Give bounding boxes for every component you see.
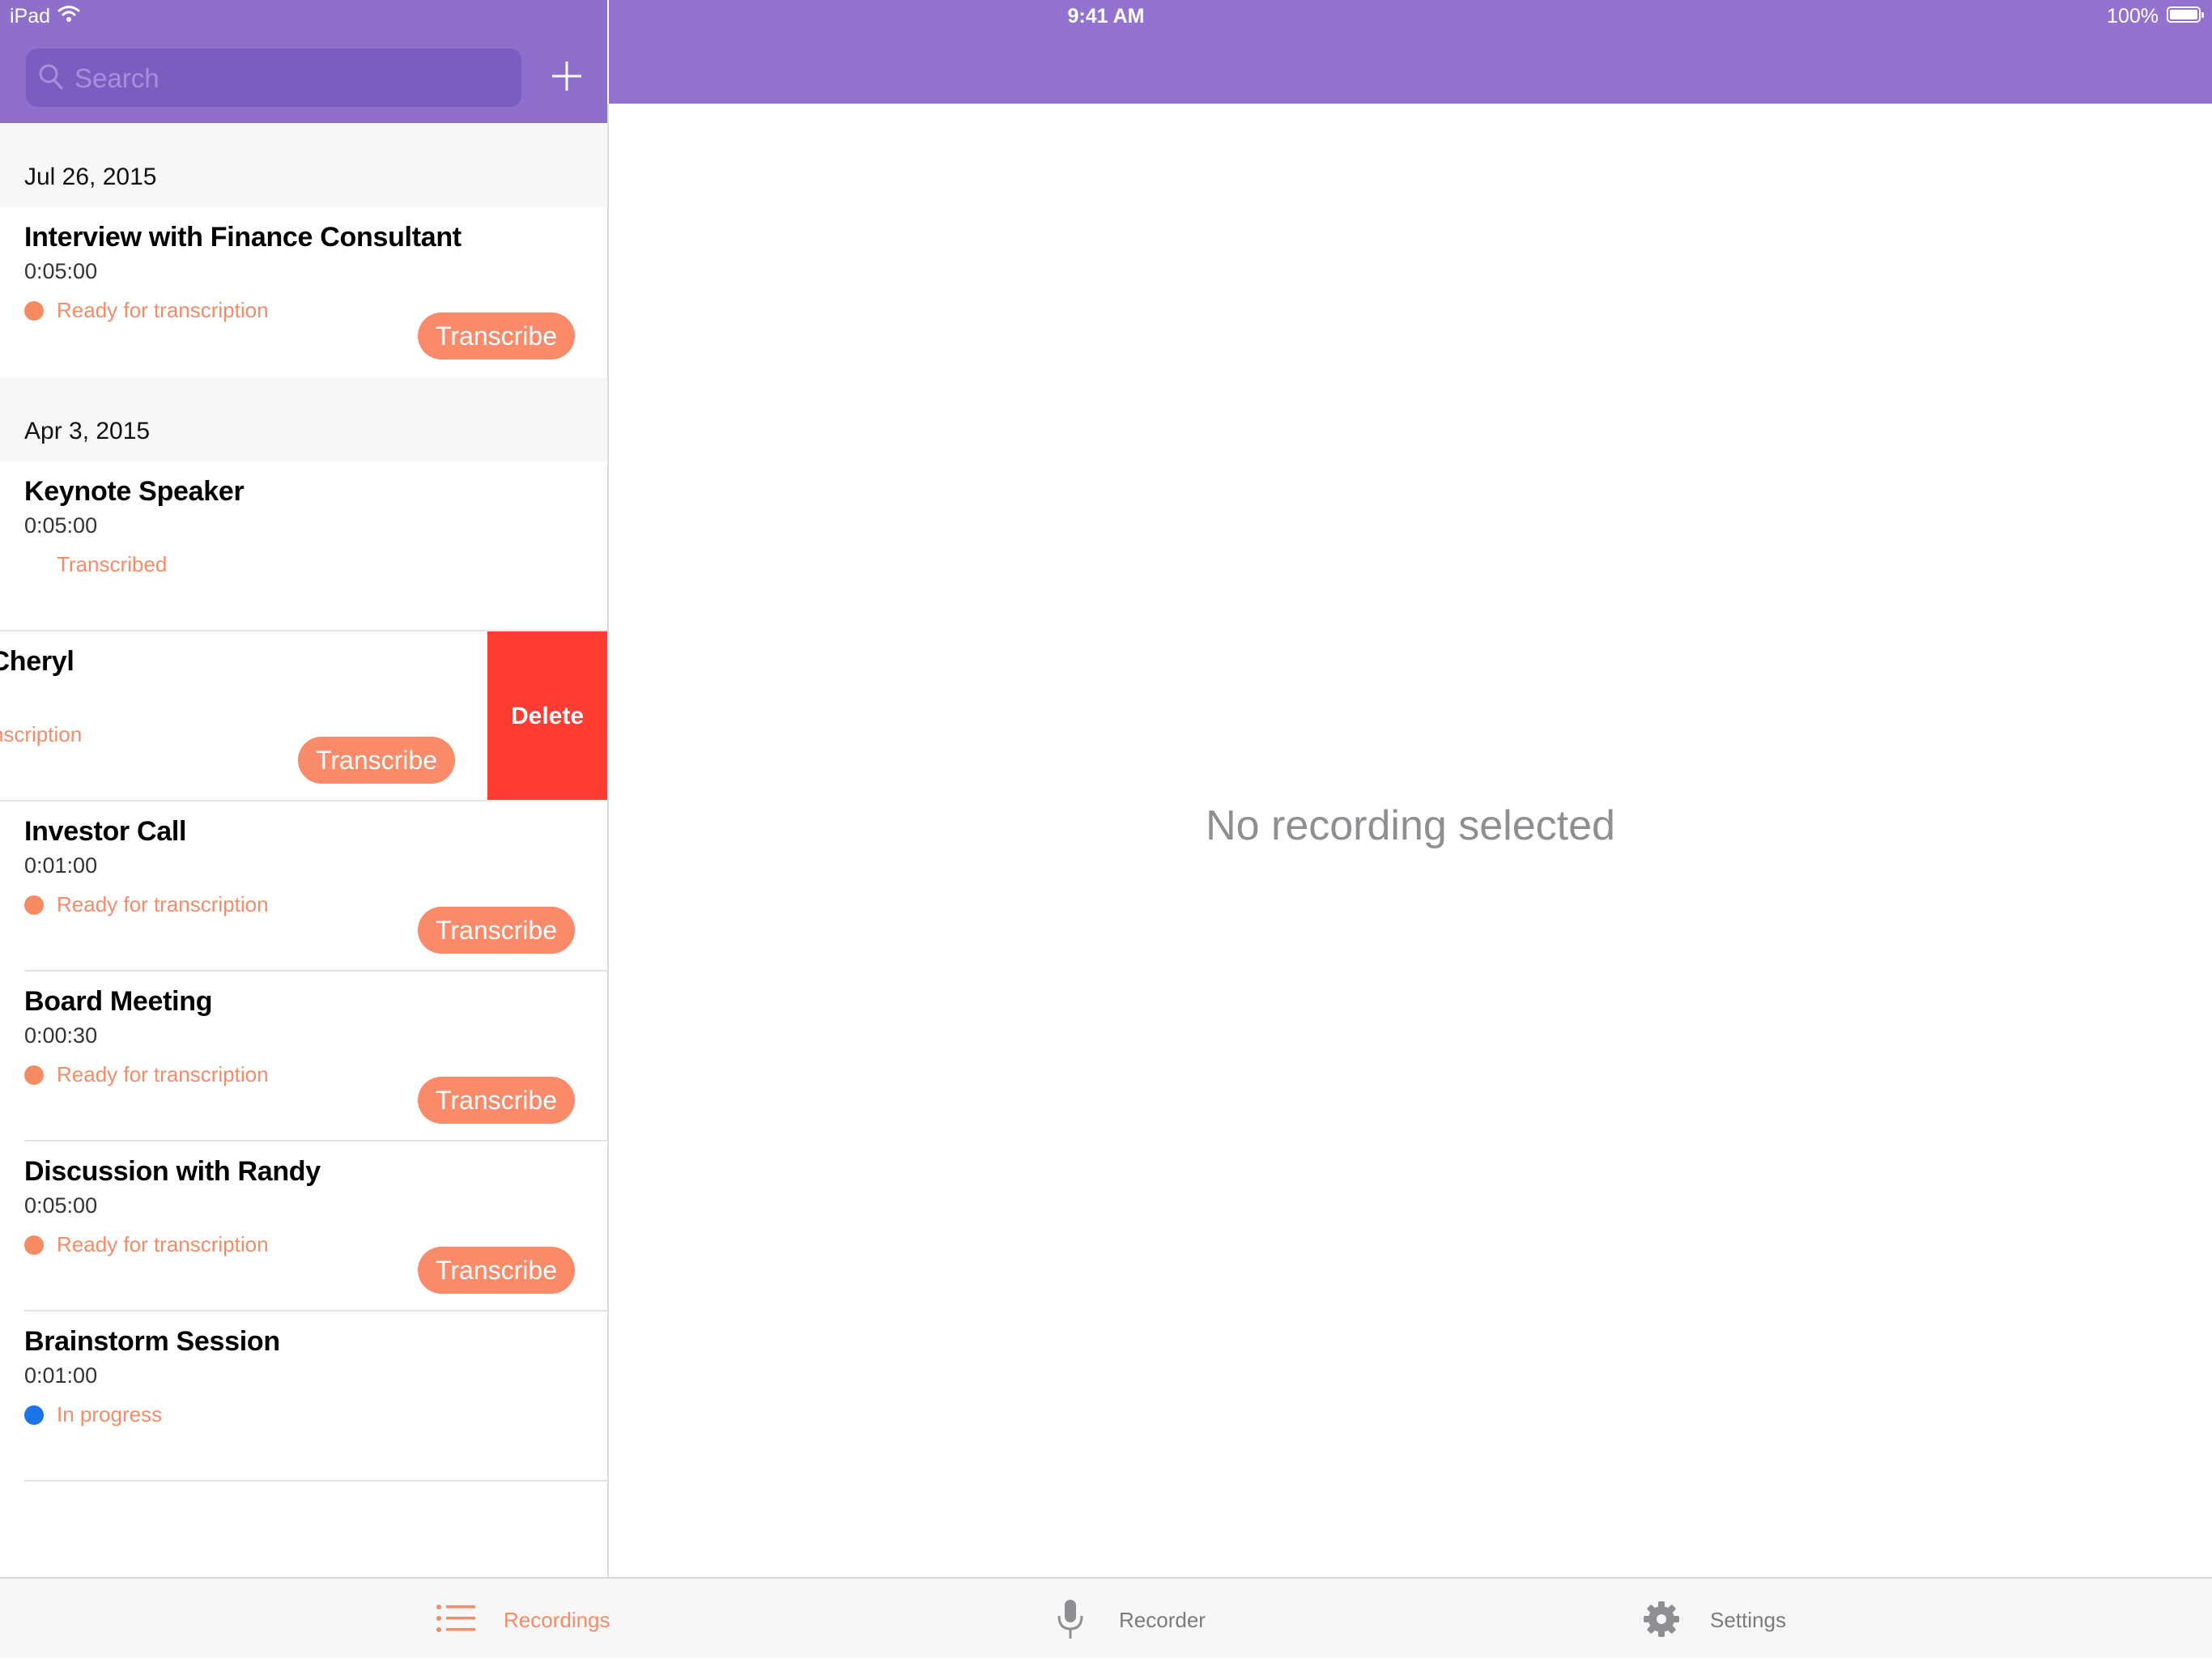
recording-title: Investor Call [24,816,187,847]
search-field[interactable] [26,49,521,107]
search-input[interactable] [73,58,505,99]
recording-status: In progress [57,1402,163,1426]
status-dot-icon [24,1235,44,1255]
pane-divider [607,104,609,123]
tab-label: Settings [1710,1608,1786,1632]
pane-divider [607,123,609,1577]
recording-row[interactable]: Investor Call 0:01:00 Ready for transcri… [0,801,607,971]
recording-title: g with Cheryl [0,646,74,677]
section-date: Jul 26, 2015 [24,164,157,190]
row-separator [24,1480,607,1482]
section-header: Apr 3, 2015 [0,377,607,461]
status-bar: iPad 9:41 AM 100% [0,0,2212,32]
recording-title: Discussion with Randy [24,1156,321,1187]
recording-status: Ready for transcription [57,1062,269,1086]
recording-duration: 0:01:00 [24,1363,98,1388]
tab-recordings[interactable]: Recordings [429,1579,640,1658]
recording-status: for transcription [0,722,83,746]
battery-percentage: 100% [2107,5,2159,28]
tab-label: Recordings [504,1608,610,1632]
transcribe-button[interactable]: Transcribe [418,907,575,954]
recording-row[interactable]: Board Meeting 0:00:30 Ready for transcri… [0,971,607,1141]
recording-row-swiped[interactable]: g with Cheryl for transcription Transcri… [0,631,607,801]
recording-duration: 0:05:00 [24,259,98,283]
tab-bar: Recordings Recorder Settings [0,1577,2212,1658]
transcribe-button[interactable]: Transcribe [418,312,575,359]
status-dot-icon [24,301,44,321]
recording-duration: 0:01:00 [24,853,98,878]
recording-status: Transcribed [57,552,168,576]
section-header: Jul 26, 2015 [0,123,607,207]
plus-icon [552,62,581,91]
delete-button[interactable]: Delete [487,631,607,801]
transcribe-button[interactable]: Transcribe [418,1247,575,1294]
battery-icon [2167,6,2204,23]
recording-row[interactable]: Keynote Speaker 0:05:00 Transcribed [0,461,607,631]
recording-row[interactable]: Brainstorm Session 0:01:00 In progress [0,1312,607,1482]
section-date: Apr 3, 2015 [24,418,151,444]
recording-status: Ready for transcription [57,892,269,916]
recording-duration: 0:05:00 [24,1193,98,1218]
status-dot-icon [24,895,44,915]
recording-title: Board Meeting [24,986,213,1017]
recording-row[interactable]: Interview with Finance Consultant 0:05:0… [0,207,607,377]
tab-label: Recorder [1119,1608,1206,1632]
transcribe-button[interactable]: Transcribe [298,737,455,784]
tab-settings[interactable]: Settings [1640,1579,1851,1658]
search-icon [39,64,63,90]
tab-recorder[interactable]: Recorder [1053,1579,1263,1658]
status-time: 9:41 AM [1067,5,1145,28]
recording-title: Keynote Speaker [24,476,245,507]
recordings-list[interactable]: Jul 26, 2015 Interview with Finance Cons… [0,123,607,1577]
in-progress-dot-icon [24,1405,44,1425]
add-recording-button[interactable] [546,55,588,97]
microphone-icon [1057,1600,1083,1639]
list-icon [436,1605,475,1632]
recording-duration: 0:05:00 [24,513,98,538]
recording-status: Ready for transcription [57,1232,269,1256]
recording-title: Interview with Finance Consultant [24,222,462,253]
status-dot-icon [24,1065,44,1085]
gear-icon [1644,1601,1679,1637]
recording-status: Ready for transcription [57,298,269,322]
recording-row[interactable]: Discussion with Randy 0:05:00 Ready for … [0,1141,607,1312]
recording-duration: 0:00:30 [24,1023,98,1048]
transcribe-button[interactable]: Transcribe [418,1077,575,1124]
swiped-row-content[interactable]: g with Cheryl for transcription Transcri… [0,631,487,801]
recording-title: Brainstorm Session [24,1326,280,1357]
empty-state-message: No recording selected [1206,802,1615,849]
